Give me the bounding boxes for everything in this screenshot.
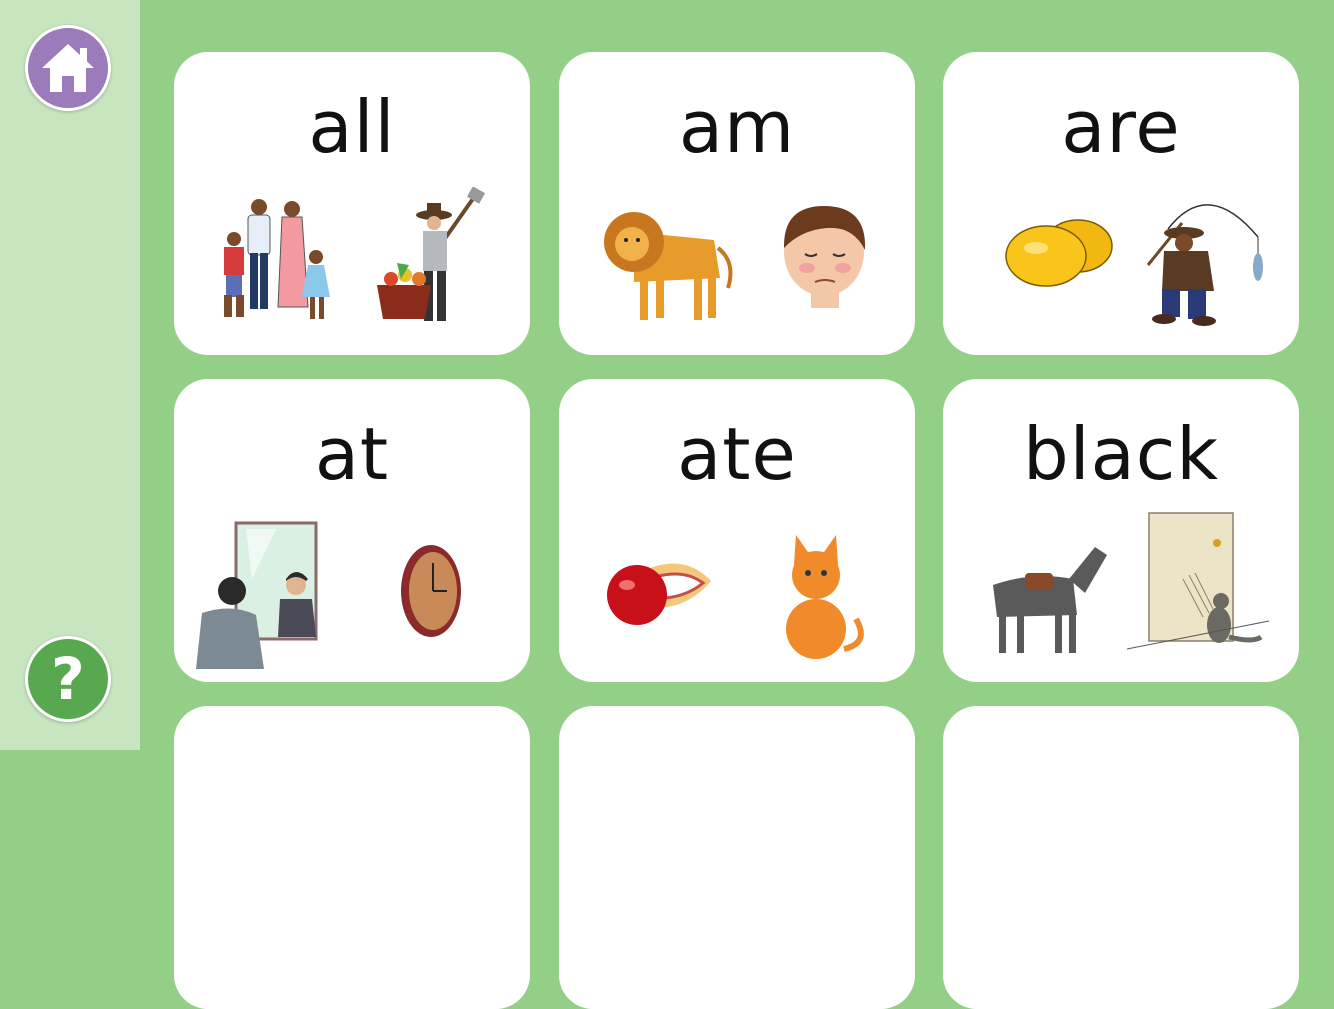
word-card-partial[interactable] [559, 706, 915, 1009]
card-word: are [1061, 85, 1181, 169]
help-button[interactable]: ? [25, 636, 111, 722]
cat-scratching-door-picture [1123, 509, 1273, 659]
home-icon [42, 44, 94, 92]
word-card-black[interactable]: black [943, 379, 1299, 682]
lemons-picture [988, 192, 1138, 342]
family-picture [204, 187, 354, 337]
help-icon: ? [51, 645, 85, 713]
word-card-all[interactable]: all [174, 52, 530, 355]
cat-picture [744, 519, 894, 669]
sidebar: ? [0, 0, 140, 750]
sad-boy-picture [749, 192, 899, 342]
lion-picture [594, 192, 744, 342]
farmer-picture [369, 187, 519, 337]
man-at-mirror-picture [196, 519, 346, 669]
horse-picture [973, 519, 1123, 669]
card-word: black [1022, 412, 1220, 496]
home-button[interactable] [25, 25, 111, 111]
card-word: at [314, 412, 390, 496]
clock-picture [359, 519, 509, 669]
word-card-grid: all am are at ate black [174, 52, 1300, 1009]
word-card-at[interactable]: at [174, 379, 530, 682]
fisherman-picture [1128, 187, 1278, 337]
word-card-partial[interactable] [943, 706, 1299, 1009]
card-word: ate [677, 412, 797, 496]
word-card-partial[interactable] [174, 706, 530, 1009]
word-card-am[interactable]: am [559, 52, 915, 355]
mouth-eating-apple-picture [599, 519, 749, 669]
card-word: am [678, 85, 796, 169]
word-card-ate[interactable]: ate [559, 379, 915, 682]
card-word: all [308, 85, 396, 169]
word-card-are[interactable]: are [943, 52, 1299, 355]
